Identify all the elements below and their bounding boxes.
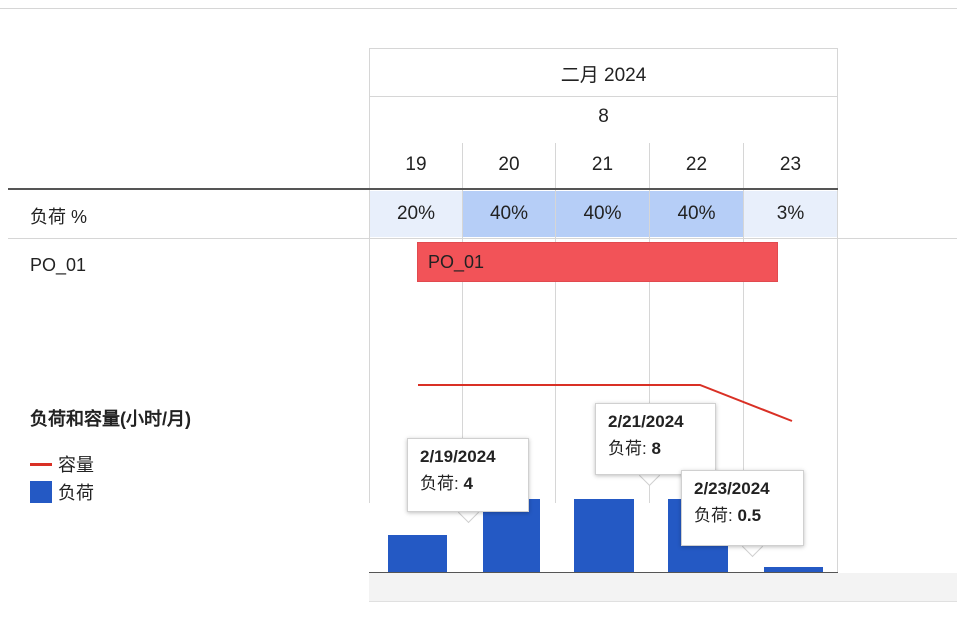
legend-load-label: 负荷 (58, 483, 94, 503)
tooltip-date: 2/23/2024 (694, 479, 770, 498)
tooltip-label: 负荷: (694, 506, 733, 525)
load-bar[interactable] (388, 535, 447, 572)
legend-capacity-label: 容量 (58, 455, 94, 475)
day-header: 19 (405, 154, 427, 175)
day-header: 20 (498, 154, 520, 175)
task-bar-po01[interactable]: PO_01 (417, 242, 778, 282)
tooltip-2-21: 2/21/2024 负荷: 8 (595, 403, 716, 475)
load-percent-cell: 40% (650, 191, 743, 237)
tooltip-2-19: 2/19/2024 负荷: 4 (407, 438, 529, 512)
task-bar-label: PO_01 (428, 251, 485, 272)
tooltip-value: 0.5 (737, 506, 762, 525)
load-bar-swatch (30, 481, 52, 503)
load-percent-cell: 3% (744, 191, 837, 237)
day-header: 22 (685, 154, 708, 175)
tooltip-label: 负荷: (608, 439, 647, 458)
week-header: 8 (598, 106, 609, 127)
legend-item-load: 负荷 (30, 479, 94, 505)
top-border (0, 8, 957, 9)
grid-right-border (837, 48, 838, 572)
month-header: 二月 2024 (560, 64, 647, 86)
tooltip-value: 8 (651, 439, 661, 458)
header-bottom-border (8, 188, 838, 190)
load-percent-cell: 20% (370, 191, 462, 237)
load-percent-cell: 40% (463, 191, 555, 237)
tooltip-2-23: 2/23/2024 负荷: 0.5 (681, 470, 804, 546)
header-top-border (369, 48, 838, 49)
tooltip-value: 4 (463, 474, 473, 493)
day-header: 21 (591, 154, 614, 175)
tooltip-date: 2/21/2024 (608, 412, 684, 431)
day-header: 23 (779, 154, 802, 175)
tooltip-date: 2/19/2024 (420, 447, 496, 466)
legend-item-capacity: 容量 (30, 451, 94, 477)
capacity-line-swatch (30, 462, 52, 466)
load-row-bottom-border (8, 238, 957, 239)
load-bar[interactable] (574, 499, 634, 572)
chart-legend-title: 负荷和容量(小时/月) (30, 409, 191, 429)
order-row-label[interactable]: PO_01 (30, 255, 86, 276)
horizontal-scrollbar[interactable] (369, 573, 957, 602)
load-row-label: 负荷 % (30, 207, 88, 227)
tooltip-label: 负荷: (420, 474, 459, 493)
load-percent-cell: 40% (556, 191, 649, 237)
